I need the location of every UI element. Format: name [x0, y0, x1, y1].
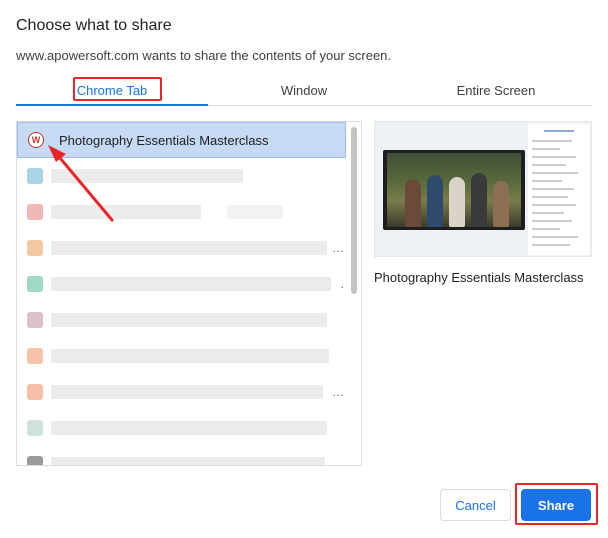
- blurred-favicon-icon: [27, 204, 43, 220]
- blurred-title: [51, 349, 329, 363]
- blurred-favicon-icon: [27, 420, 43, 436]
- blurred-title: [51, 241, 327, 255]
- tab-list-item[interactable]: [17, 302, 346, 338]
- share-button[interactable]: Share: [521, 489, 591, 521]
- truncation-ellipsis: .: [340, 277, 344, 291]
- blurred-title: [227, 205, 283, 219]
- tab-list-item[interactable]: [17, 158, 346, 194]
- tab-list[interactable]: W Photography Essentials Masterclass … .: [16, 121, 362, 466]
- blurred-favicon-icon: [27, 276, 43, 292]
- blurred-title: [51, 385, 323, 399]
- share-source-tabs: Chrome Tab Window Entire Screen: [16, 76, 592, 106]
- tab-list-item[interactable]: …: [17, 230, 346, 266]
- preview-sidebar: [528, 124, 590, 255]
- tab-list-item[interactable]: [17, 194, 346, 230]
- tab-entire-screen[interactable]: Entire Screen: [400, 76, 592, 105]
- blurred-favicon-icon: [27, 348, 43, 364]
- blurred-favicon-icon: [27, 456, 43, 465]
- circle-w-icon: W: [28, 132, 44, 148]
- tab-list-item-selected[interactable]: W Photography Essentials Masterclass: [17, 122, 346, 158]
- preview-photo: [387, 153, 521, 227]
- tab-list-item[interactable]: …: [17, 374, 346, 410]
- blurred-title: [51, 421, 327, 435]
- blurred-title: [51, 169, 243, 183]
- truncation-ellipsis: …: [332, 241, 344, 255]
- tab-preview-thumbnail: [374, 121, 592, 257]
- cancel-button[interactable]: Cancel: [440, 489, 511, 521]
- preview-caption: Photography Essentials Masterclass: [374, 270, 584, 285]
- dialog-title: Choose what to share: [16, 17, 172, 34]
- tab-list-item[interactable]: .: [17, 266, 346, 302]
- preview-video-frame: [383, 150, 525, 230]
- blurred-favicon-icon: [27, 240, 43, 256]
- blurred-title: [51, 457, 325, 465]
- truncation-ellipsis: …: [332, 385, 344, 399]
- tab-list-item[interactable]: [17, 446, 346, 465]
- tab-list-item-title: Photography Essentials Masterclass: [59, 132, 269, 148]
- blurred-favicon-icon: [27, 384, 43, 400]
- dialog-subtitle: www.apowersoft.com wants to share the co…: [16, 48, 392, 63]
- blurred-title: [51, 205, 201, 219]
- blurred-favicon-icon: [27, 168, 43, 184]
- tab-chrome-tab[interactable]: Chrome Tab: [16, 76, 208, 106]
- tab-list-item[interactable]: [17, 410, 346, 446]
- scrollbar-thumb[interactable]: [351, 127, 357, 294]
- blurred-title: [51, 277, 331, 291]
- blurred-title: [51, 313, 327, 327]
- tab-list-scrollbar[interactable]: [349, 123, 359, 463]
- tab-list-item[interactable]: [17, 338, 346, 374]
- tab-window[interactable]: Window: [208, 76, 400, 105]
- blurred-favicon-icon: [27, 312, 43, 328]
